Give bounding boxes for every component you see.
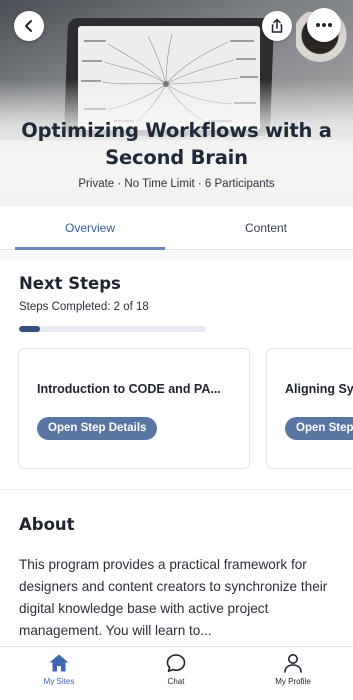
- about-heading: About: [19, 515, 75, 534]
- person-icon: [284, 654, 302, 673]
- program-meta: Private · No Time Limit · 6 Participants: [78, 178, 275, 190]
- tab-overview[interactable]: Overview: [15, 206, 165, 250]
- nav-my-profile[interactable]: My Profile: [253, 653, 333, 697]
- nav-my-sites[interactable]: My Sites: [19, 653, 99, 697]
- back-button[interactable]: [14, 11, 44, 41]
- step-card-title: Introduction to CODE and PA...: [37, 382, 221, 396]
- steps-completed-text: Steps Completed: 2 of 18: [19, 301, 149, 313]
- share-button[interactable]: [262, 11, 292, 41]
- home-icon: [49, 654, 69, 672]
- next-steps-heading: Next Steps: [19, 274, 121, 293]
- more-options-button[interactable]: [307, 8, 341, 42]
- steps-progress-bar: [19, 326, 206, 332]
- chevron-left-icon: [25, 20, 32, 32]
- section-spacer: [0, 251, 353, 259]
- tab-bar: Overview Content: [0, 206, 353, 250]
- more-horizontal-icon: [316, 23, 332, 27]
- bottom-navigation: My Sites Chat My Profile: [0, 646, 353, 700]
- active-tab-indicator: [15, 247, 165, 250]
- step-card-title: Aligning Sy: [285, 382, 353, 396]
- share-icon: [271, 18, 283, 33]
- open-step-details-button[interactable]: Open Step Details: [37, 417, 158, 440]
- open-step-details-button[interactable]: Open Step: [285, 417, 353, 440]
- step-card[interactable]: Introduction to CODE and PA... Open Step…: [18, 348, 250, 469]
- step-card[interactable]: Aligning Sy Open Step: [266, 348, 353, 469]
- nav-label: My Sites: [43, 677, 75, 686]
- about-description: This program provides a practical framew…: [19, 557, 328, 638]
- section-divider: [0, 489, 353, 490]
- hero-image: [0, 0, 353, 206]
- chat-bubble-icon: [166, 654, 186, 672]
- nav-label: My Profile: [275, 677, 311, 686]
- program-title: Optimizing Workflows with a Second Brain: [21, 119, 332, 169]
- nav-label: Chat: [167, 677, 185, 686]
- step-cards-carousel[interactable]: Introduction to CODE and PA... Open Step…: [0, 348, 353, 470]
- steps-progress-fill: [19, 326, 40, 332]
- nav-chat[interactable]: Chat: [136, 653, 216, 697]
- tab-content[interactable]: Content: [191, 206, 341, 250]
